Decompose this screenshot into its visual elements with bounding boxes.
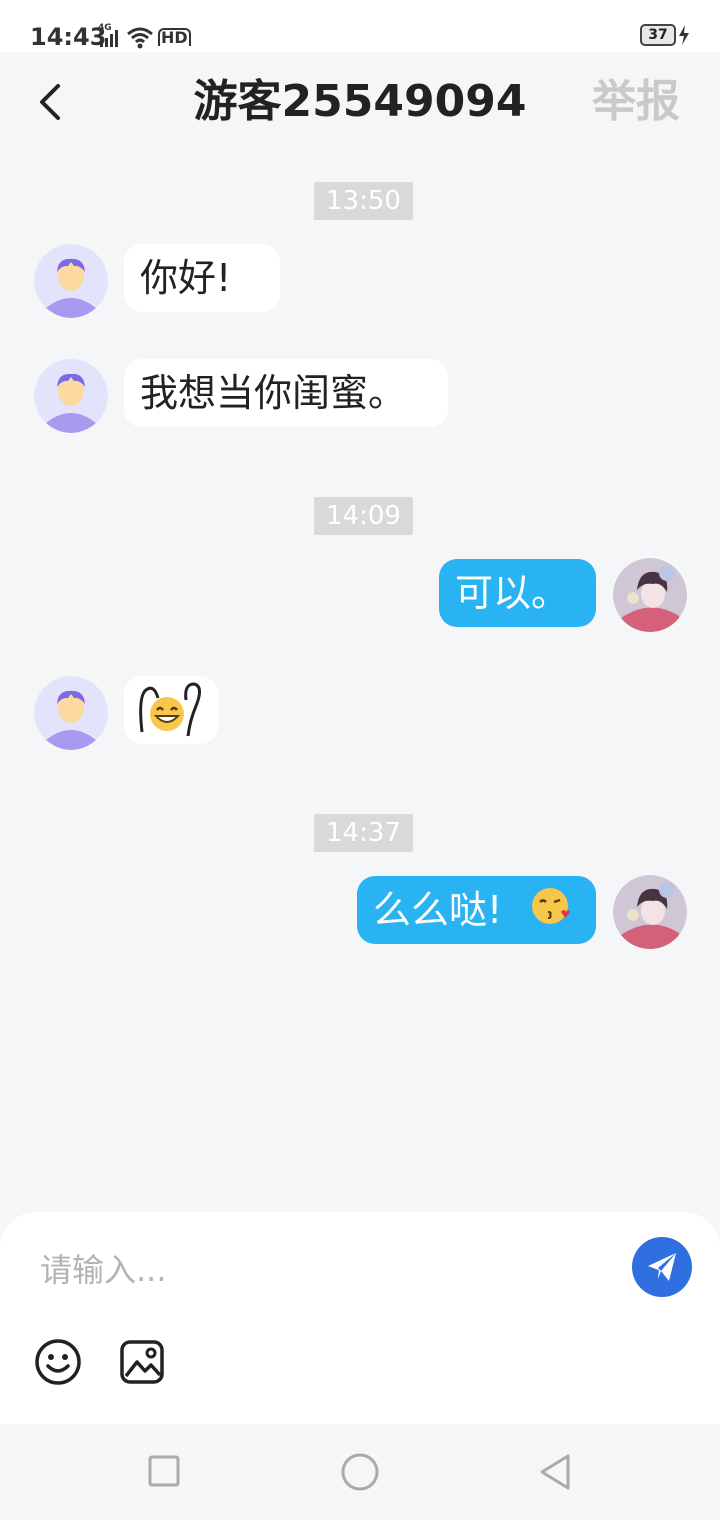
default-avatar-icon (34, 676, 108, 750)
hd-icon: HD (158, 28, 191, 46)
chat-header: 游客25549094 举报 (0, 52, 720, 152)
incoming-sticker-bubble[interactable] (124, 676, 218, 744)
time-divider: 14:09 (314, 497, 413, 535)
composer-panel (0, 1212, 720, 1424)
circle-icon (341, 1453, 379, 1491)
outgoing-message-bubble[interactable]: 可以。 (439, 559, 596, 627)
kissing-face-icon (530, 879, 571, 947)
report-button[interactable]: 举报 (592, 74, 680, 130)
grinning-sticker-icon (139, 682, 201, 737)
contact-avatar[interactable] (34, 244, 108, 318)
outgoing-message-bubble[interactable]: 么么哒! (357, 876, 596, 944)
battery-level: 37 (640, 24, 676, 46)
battery-indicator: 37 (640, 24, 690, 46)
time-divider: 13:50 (314, 182, 413, 220)
status-icons: 4G HD (98, 22, 191, 52)
user-avatar[interactable] (613, 875, 687, 949)
incoming-message-bubble[interactable]: 我想当你闺蜜。 (124, 359, 448, 427)
message-input[interactable] (40, 1242, 600, 1298)
image-picker-button[interactable] (118, 1338, 166, 1386)
signal-icon: 4G (98, 23, 122, 49)
status-time: 14:43 (30, 23, 107, 51)
triangle-back-icon (540, 1454, 570, 1490)
user-photo-avatar (613, 875, 687, 949)
incoming-message-bubble[interactable]: 你好! (124, 244, 280, 312)
emoji-button[interactable] (34, 1338, 82, 1386)
send-button[interactable] (632, 1237, 692, 1297)
contact-avatar[interactable] (34, 676, 108, 750)
message-text: 么么哒! (373, 888, 503, 932)
smiley-icon (35, 1339, 81, 1385)
system-nav-bar (0, 1424, 720, 1520)
send-icon (648, 1253, 676, 1281)
recent-apps-button[interactable] (145, 1452, 185, 1492)
charging-icon (679, 25, 689, 45)
wifi-icon (126, 25, 154, 49)
home-button[interactable] (340, 1452, 380, 1492)
contact-avatar[interactable] (34, 359, 108, 433)
image-icon (120, 1340, 164, 1384)
default-avatar-icon (34, 244, 108, 318)
square-icon (148, 1455, 180, 1487)
user-avatar[interactable] (613, 558, 687, 632)
user-photo-avatar (613, 558, 687, 632)
default-avatar-icon (34, 359, 108, 433)
back-nav-button[interactable] (536, 1452, 576, 1492)
status-bar: 14:43 4G HD 37 (0, 0, 720, 52)
time-divider: 14:37 (314, 814, 413, 852)
